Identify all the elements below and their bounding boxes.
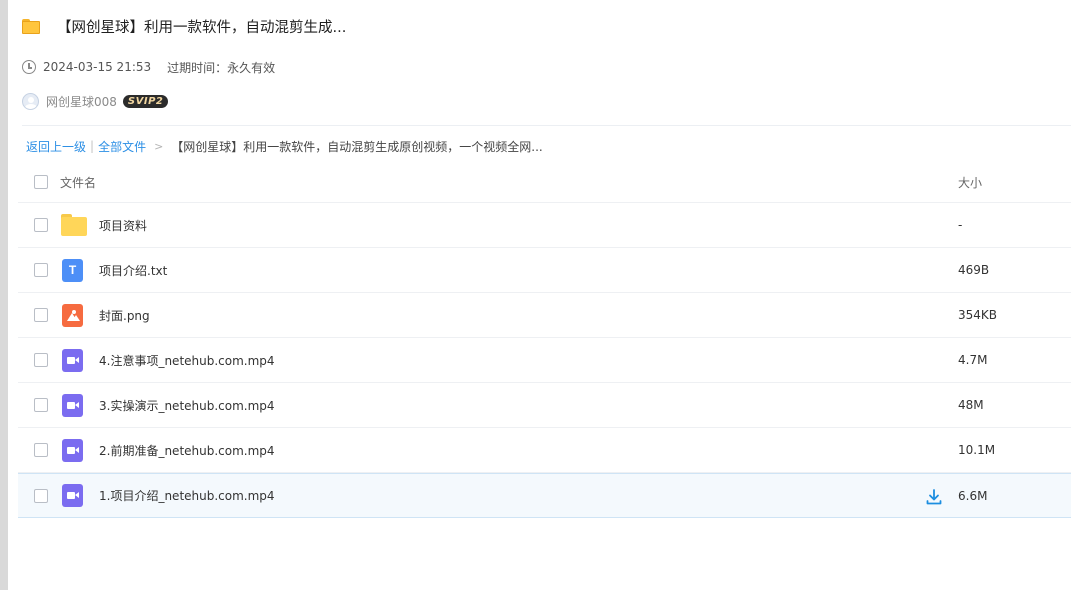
- table-header: 文件名 大小: [18, 162, 1071, 203]
- left-panel-edge: [0, 0, 8, 590]
- file-size: 10.1M: [958, 443, 996, 457]
- select-all-checkbox[interactable]: [34, 175, 48, 189]
- clock-icon: [22, 60, 36, 74]
- share-title: 【网创星球】利用一款软件，自动混剪生成...: [57, 19, 347, 36]
- table-row[interactable]: 2.前期准备_netehub.com.mp4 10.1M: [18, 428, 1071, 473]
- breadcrumb-arrow: >: [154, 139, 164, 153]
- all-files-link[interactable]: 全部文件: [98, 138, 146, 155]
- txt-file-icon: T: [62, 258, 83, 282]
- folder-icon: [61, 214, 87, 236]
- table-row[interactable]: 3.实操演示_netehub.com.mp4 48M: [18, 383, 1071, 428]
- user-name[interactable]: 网创星球008: [46, 93, 117, 110]
- file-name[interactable]: 项目介绍.txt: [99, 262, 167, 279]
- file-size: 4.7M: [958, 353, 988, 367]
- vip-badge: SVIP2: [122, 94, 169, 108]
- file-size: 469B: [958, 263, 990, 277]
- file-size: -: [958, 218, 963, 232]
- file-size: 6.6M: [958, 488, 988, 503]
- video-file-icon: [62, 438, 83, 462]
- file-name[interactable]: 项目资料: [99, 217, 147, 234]
- row-checkbox[interactable]: [34, 488, 48, 503]
- breadcrumb: 返回上一级 | 全部文件 > 【网创星球】利用一款软件，自动混剪生成原创视频，一…: [26, 137, 543, 155]
- share-header: 【网创星球】利用一款软件，自动混剪生成... 2024-03-15 21:53 …: [22, 0, 1071, 126]
- file-name[interactable]: 封面.png: [99, 307, 150, 324]
- user-row: 网创星球008 SVIP2: [22, 92, 169, 110]
- video-file-icon: [62, 348, 83, 372]
- download-icon[interactable]: [925, 488, 943, 506]
- row-checkbox[interactable]: [34, 308, 48, 322]
- column-header-name[interactable]: 文件名: [60, 174, 96, 191]
- row-checkbox[interactable]: [34, 443, 48, 457]
- file-name[interactable]: 1.项目介绍_netehub.com.mp4: [99, 487, 275, 504]
- file-size: 48M: [958, 398, 984, 412]
- table-row[interactable]: 4.注意事项_netehub.com.mp4 4.7M: [18, 338, 1071, 383]
- table-row[interactable]: 项目资料 -: [18, 203, 1071, 248]
- video-file-icon: [62, 484, 83, 507]
- video-file-icon: [62, 393, 83, 417]
- folder-icon: [22, 18, 40, 34]
- breadcrumb-separator: |: [90, 139, 95, 153]
- row-checkbox[interactable]: [34, 353, 48, 367]
- table-row[interactable]: 封面.png 354KB: [18, 293, 1071, 338]
- back-link[interactable]: 返回上一级: [26, 138, 86, 155]
- row-checkbox[interactable]: [34, 398, 48, 412]
- image-file-icon: [62, 303, 83, 327]
- meta-row: 2024-03-15 21:53 过期时间：永久有效: [22, 58, 275, 76]
- avatar[interactable]: [22, 92, 39, 110]
- expire-time: 过期时间：永久有效: [167, 60, 276, 75]
- file-size: 354KB: [958, 308, 998, 322]
- file-name[interactable]: 2.前期准备_netehub.com.mp4: [99, 442, 275, 459]
- table-row[interactable]: T 项目介绍.txt 469B: [18, 248, 1071, 293]
- row-checkbox[interactable]: [34, 263, 48, 277]
- table-row-hovered[interactable]: 1.项目介绍_netehub.com.mp4 6.6M: [18, 473, 1071, 518]
- title-row: 【网创星球】利用一款软件，自动混剪生成...: [22, 14, 346, 38]
- file-name[interactable]: 3.实操演示_netehub.com.mp4: [99, 397, 275, 414]
- current-folder: 【网创星球】利用一款软件，自动混剪生成原创视频，一个视频全网...: [171, 139, 543, 154]
- file-table: 文件名 大小 项目资料 - T 项目介绍.txt 469B 封面.png 354…: [18, 162, 1071, 518]
- column-header-size[interactable]: 大小: [958, 174, 982, 191]
- row-checkbox[interactable]: [34, 218, 48, 232]
- share-date: 2024-03-15 21:53: [43, 60, 152, 74]
- file-name[interactable]: 4.注意事项_netehub.com.mp4: [99, 352, 275, 369]
